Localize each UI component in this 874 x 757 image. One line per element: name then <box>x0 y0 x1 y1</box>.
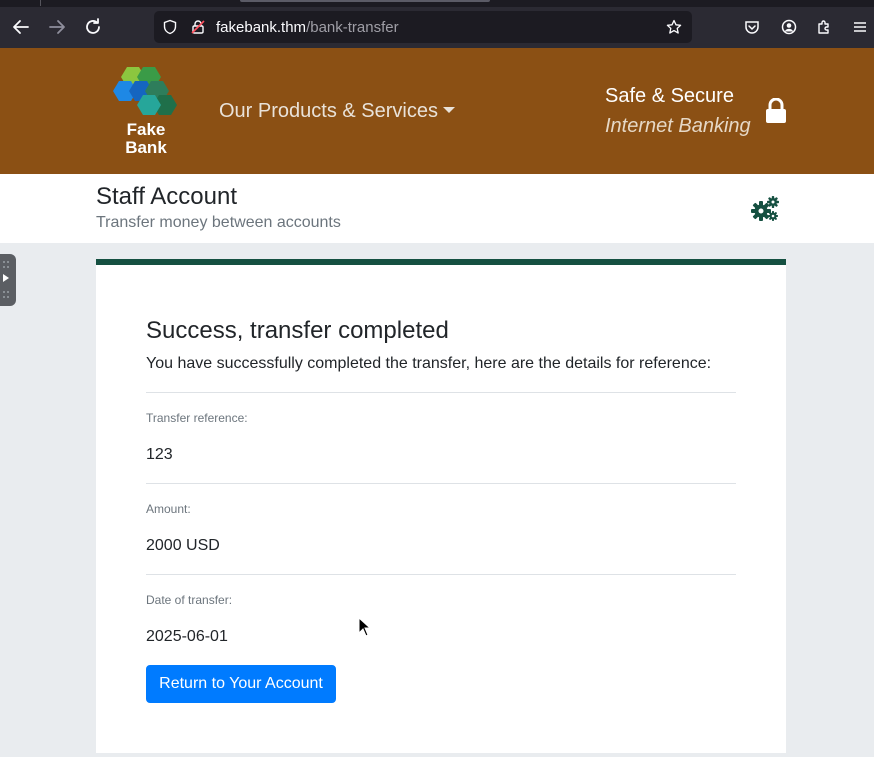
account-icon <box>781 19 797 35</box>
transfer-result-card: Success, transfer completed You have suc… <box>96 259 786 753</box>
divider <box>146 574 736 575</box>
pocket-icon <box>745 21 759 34</box>
fakebank-logo[interactable]: Fake Bank <box>113 65 179 159</box>
caret-down-icon <box>442 106 455 113</box>
url-host: fakebank.thm <box>216 19 307 36</box>
page-caption: Transfer money between accounts <box>96 214 341 231</box>
shield-icon[interactable] <box>162 19 178 35</box>
url-text[interactable]: fakebank.thm/bank-transfer <box>216 19 399 36</box>
menu-icon <box>854 22 866 32</box>
logo-mark-icon <box>113 67 177 115</box>
products-label: Our Products & Services <box>219 100 438 122</box>
products-dropdown[interactable]: Our Products & Services <box>219 100 455 123</box>
logo-text: Fake Bank <box>113 121 179 157</box>
back-arrow-icon <box>13 20 29 34</box>
amount-label: Amount: <box>146 502 191 516</box>
reload-icon <box>86 18 100 34</box>
mouse-cursor-icon <box>358 617 370 637</box>
success-message: You have successfully completed the tran… <box>146 355 712 372</box>
account-button[interactable] <box>777 15 801 39</box>
tab-strip <box>0 0 874 7</box>
insecure-lock-icon[interactable] <box>190 19 206 35</box>
forward-arrow-icon <box>49 20 65 34</box>
pocket-button[interactable] <box>740 15 764 39</box>
back-button[interactable] <box>9 15 33 39</box>
success-title: Success, transfer completed <box>146 317 449 344</box>
page-title: Staff Account <box>96 183 237 210</box>
gears-icon[interactable] <box>750 195 780 223</box>
browser-toolbar: fakebank.thm/bank-transfer <box>0 0 874 48</box>
forward-button[interactable] <box>45 15 69 39</box>
tab-separator <box>40 0 41 6</box>
transfer-date-label: Date of transfer: <box>146 593 233 607</box>
logo-line-1: Fake <box>126 120 166 139</box>
divider <box>146 483 736 484</box>
side-panel-handle[interactable] <box>0 254 16 306</box>
amount-value: 2000 USD <box>146 537 220 554</box>
internet-banking-label: Internet Banking <box>605 115 751 137</box>
account-subheader: Staff Account Transfer money between acc… <box>0 174 874 243</box>
site-header: Fake Bank Our Products & Services Safe &… <box>0 48 874 174</box>
safe-secure-label: Safe & Secure <box>605 85 734 107</box>
active-tab-indicator[interactable] <box>240 0 490 2</box>
logo-line-2: Bank <box>125 138 167 157</box>
extensions-button[interactable] <box>812 15 836 39</box>
star-icon[interactable] <box>666 19 682 35</box>
transfer-date-value: 2025-06-01 <box>146 628 228 645</box>
play-arrow-icon <box>3 261 9 298</box>
transfer-reference-label: Transfer reference: <box>146 411 248 425</box>
divider <box>146 392 736 393</box>
reload-button[interactable] <box>81 15 105 39</box>
return-to-account-button[interactable]: Return to Your Account <box>146 665 336 703</box>
lock-icon <box>766 98 786 123</box>
menu-button[interactable] <box>848 15 872 39</box>
url-path: /bank-transfer <box>306 19 399 36</box>
extensions-icon <box>818 20 829 34</box>
url-bar[interactable]: fakebank.thm/bank-transfer <box>154 11 692 43</box>
transfer-reference-value: 123 <box>146 446 173 463</box>
